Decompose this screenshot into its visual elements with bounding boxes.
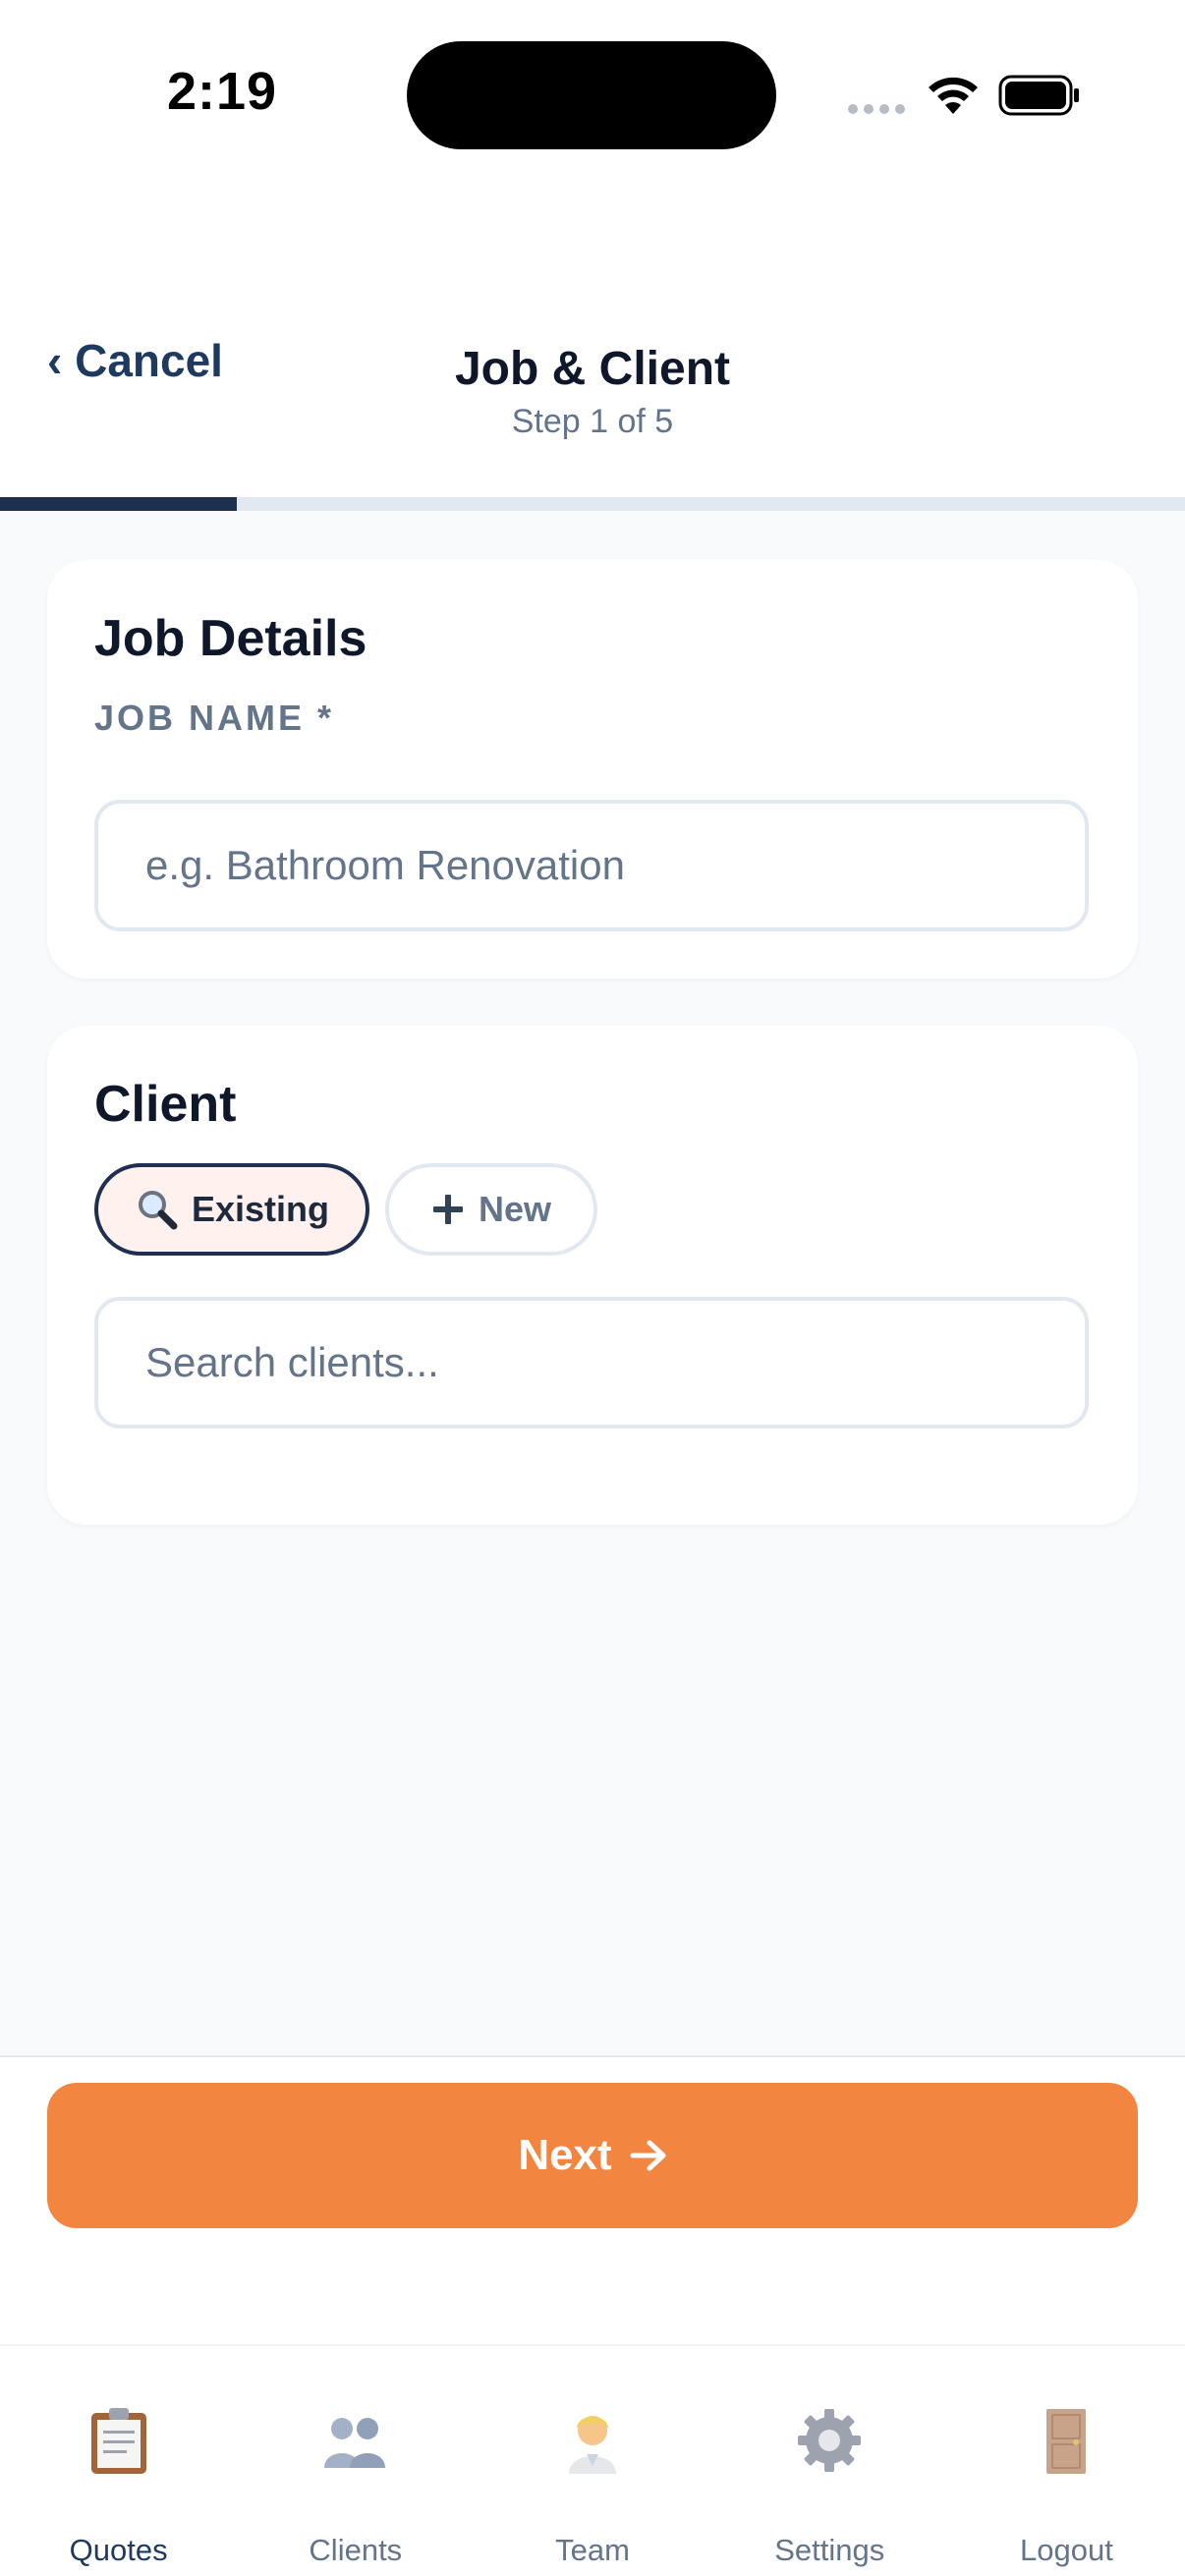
job-name-label: JOB NAME *	[94, 698, 335, 738]
plus-icon	[432, 1195, 463, 1224]
existing-label: Existing	[191, 1189, 330, 1229]
client-search-input[interactable]	[94, 1297, 1089, 1428]
page-title: Job & Client	[454, 343, 730, 395]
tab-bar: Quotes Clients Team Settings Logout	[0, 2344, 1185, 2576]
tab-quotes[interactable]: Quotes	[0, 2346, 237, 2576]
job-details-card: Job Details JOB NAME *	[47, 560, 1138, 979]
magnifier-icon	[138, 1191, 178, 1230]
tab-clients[interactable]: Clients	[237, 2346, 474, 2576]
cellular-signal-icon	[848, 104, 905, 114]
status-time: 2:19	[167, 62, 278, 121]
status-bar: 2:19	[0, 0, 1185, 187]
person-icon	[569, 2416, 616, 2474]
gear-icon	[798, 2409, 862, 2472]
client-title: Client	[94, 1076, 237, 1133]
people-icon	[323, 2418, 385, 2468]
step-progress-bar	[0, 497, 1185, 511]
step-progress-fill	[0, 497, 238, 511]
door-icon	[1046, 2409, 1087, 2474]
footer: Next	[0, 2055, 1185, 2344]
tab-logout[interactable]: Logout	[948, 2346, 1185, 2576]
next-label: Next	[518, 2131, 612, 2179]
job-details-title: Job Details	[94, 610, 367, 667]
tab-team[interactable]: Team	[474, 2346, 710, 2576]
clipboard-icon	[90, 2408, 146, 2474]
new-client-toggle[interactable]: New	[385, 1163, 597, 1256]
tab-label: Quotes	[69, 2533, 168, 2567]
arrow-right-icon	[630, 2140, 666, 2171]
tab-label: Logout	[1020, 2533, 1113, 2567]
dynamic-island	[407, 41, 776, 149]
tab-label: Clients	[309, 2533, 403, 2567]
client-card: Client Existing New	[47, 1026, 1138, 1525]
tab-settings[interactable]: Settings	[711, 2346, 948, 2576]
new-label: New	[478, 1189, 552, 1229]
tab-label: Settings	[774, 2533, 885, 2567]
tab-label: Team	[555, 2533, 630, 2567]
step-indicator: Step 1 of 5	[511, 403, 674, 440]
existing-client-toggle[interactable]: Existing	[94, 1163, 369, 1256]
wifi-icon	[929, 77, 978, 114]
content-area: Job Details JOB NAME * Client Existing N…	[0, 511, 1185, 2055]
header: ‹ Cancel Job & Client Step 1 of 5	[0, 187, 1185, 497]
battery-icon	[998, 75, 1079, 116]
job-name-input[interactable]	[94, 800, 1089, 931]
next-button[interactable]: Next	[47, 2083, 1138, 2228]
